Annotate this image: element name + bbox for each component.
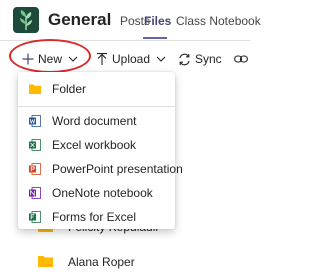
menu-item-forms-for-excel[interactable]: Forms for Excel: [18, 206, 175, 228]
file-name: Alana Roper: [68, 255, 135, 269]
copy-link-button[interactable]: [234, 50, 248, 68]
menu-item-folder[interactable]: Folder: [18, 78, 175, 100]
menu-item-label: Forms for Excel: [52, 210, 137, 224]
menu-item-powerpoint-presentation[interactable]: PowerPoint presentation: [18, 158, 183, 180]
menu-item-label: OneNote notebook: [52, 186, 153, 200]
tab-class-notebook[interactable]: Class Notebook: [176, 14, 261, 28]
highlight-ellipse: [9, 39, 91, 73]
new-dropdown-menu: Folder Word document Excel workbook Powe…: [18, 72, 183, 229]
menu-item-label: Word document: [52, 114, 137, 128]
sync-button[interactable]: Sync: [178, 50, 222, 68]
team-logo[interactable]: [13, 7, 39, 33]
sync-button-label: Sync: [195, 52, 222, 66]
folder-icon: [29, 84, 41, 94]
menu-divider: [18, 106, 175, 107]
link-icon: [234, 55, 248, 63]
menu-item-label: PowerPoint presentation: [52, 162, 183, 176]
word-icon: [29, 115, 41, 127]
sync-icon: [179, 53, 190, 65]
menu-item-onenote-notebook[interactable]: OneNote notebook: [18, 182, 175, 204]
plant-icon: [20, 10, 32, 30]
list-item[interactable]: Alana Roper: [0, 250, 250, 274]
folder-icon: [38, 256, 53, 267]
powerpoint-icon: [29, 163, 41, 175]
menu-item-label: Folder: [52, 82, 87, 96]
chevron-down-icon: [156, 56, 166, 62]
channel-title: General: [48, 10, 112, 29]
upload-button[interactable]: Upload: [96, 50, 166, 68]
upload-button-label: Upload: [112, 52, 151, 66]
upload-icon: [97, 52, 107, 65]
channel-header: General Posts Files Class Notebook: [0, 0, 261, 40]
tab-files[interactable]: Files: [144, 14, 171, 28]
menu-item-label: Excel workbook: [52, 138, 137, 152]
forms-icon: [29, 211, 41, 223]
menu-item-word-document[interactable]: Word document: [18, 110, 175, 132]
onenote-icon: [29, 187, 41, 199]
active-tab-indicator: [143, 37, 167, 39]
menu-item-excel-workbook[interactable]: Excel workbook: [18, 134, 175, 156]
excel-icon: [29, 139, 41, 151]
